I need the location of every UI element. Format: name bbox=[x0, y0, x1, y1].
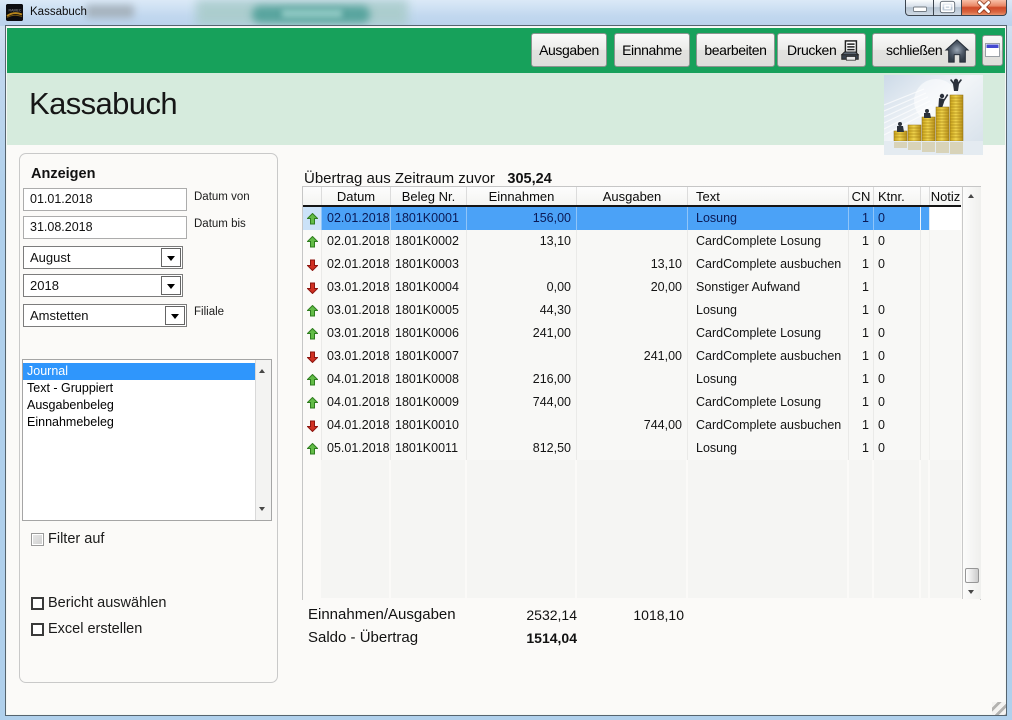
svg-text:RAMEC: RAMEC bbox=[9, 9, 22, 13]
